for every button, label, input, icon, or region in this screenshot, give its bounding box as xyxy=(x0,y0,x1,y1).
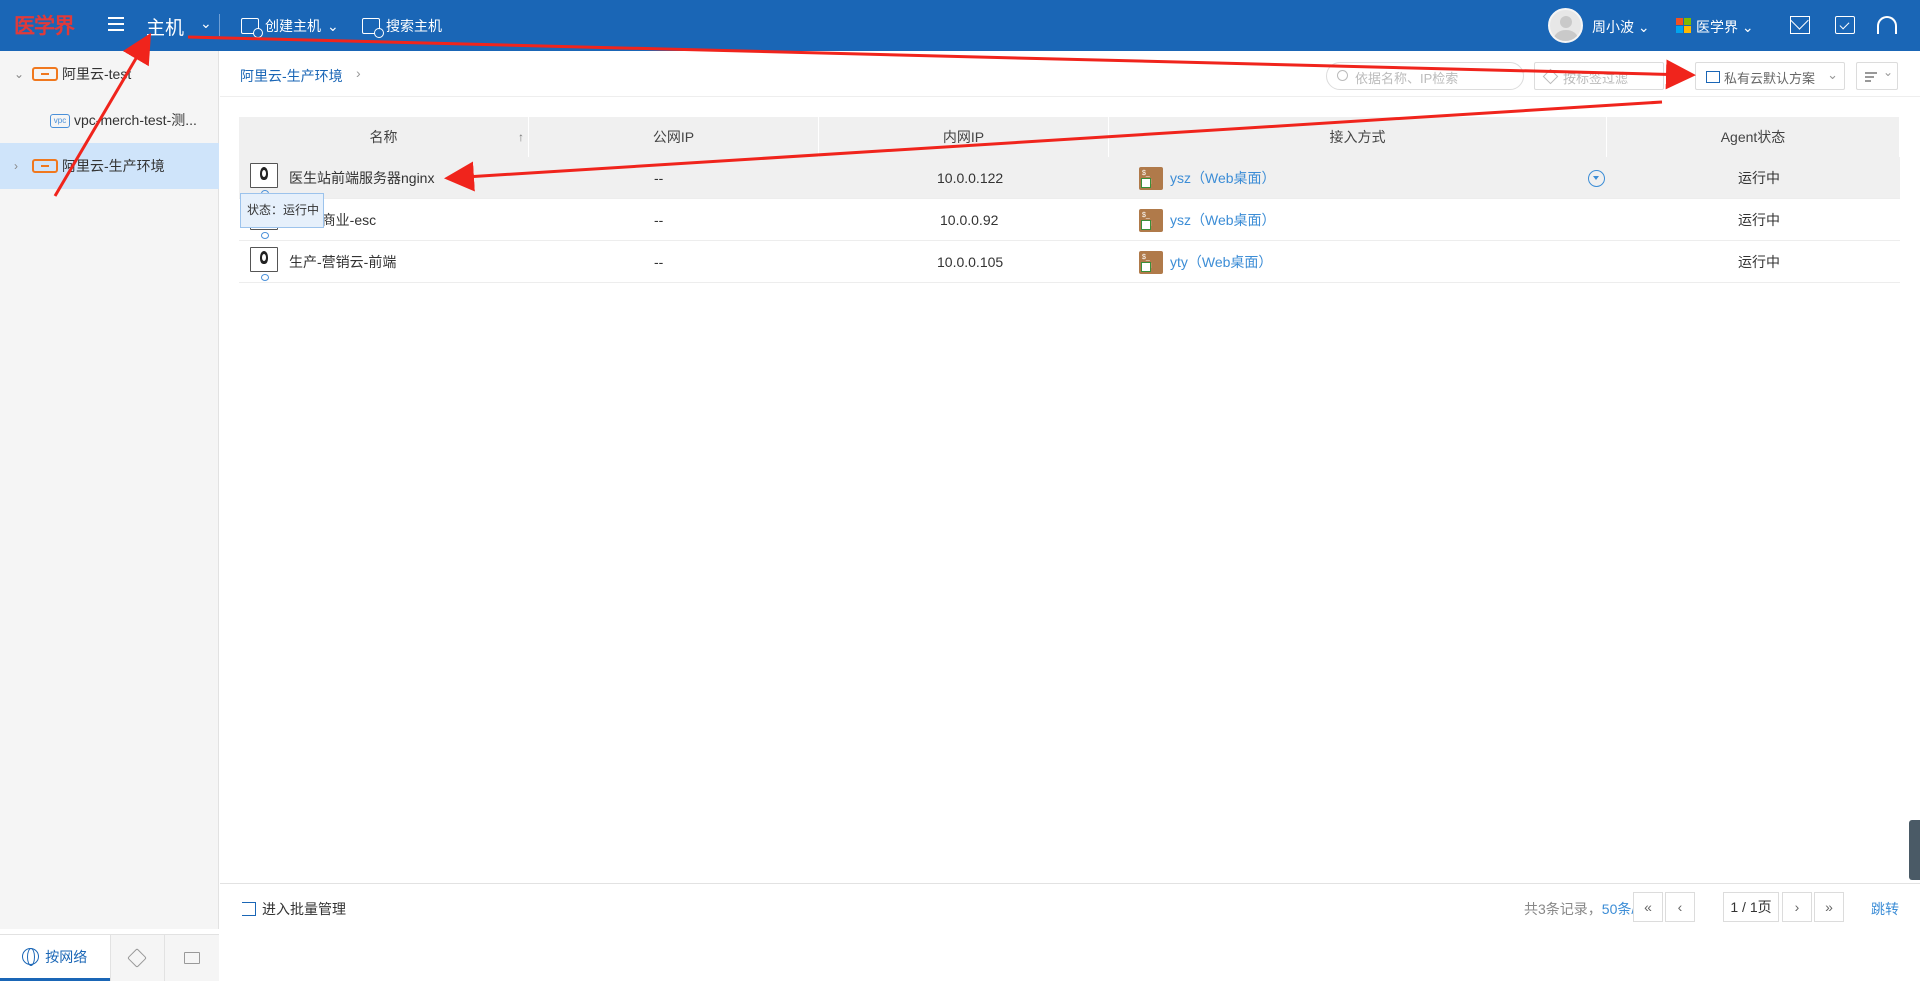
record-count: 共3条记录， xyxy=(1524,901,1602,917)
sort-button[interactable]: ⌄ xyxy=(1856,62,1898,90)
ssh-icon: $_ SH xyxy=(1139,167,1163,190)
vpc-icon: vpc xyxy=(50,114,70,128)
hamburger-menu-icon[interactable] xyxy=(108,17,124,31)
tag-icon xyxy=(127,948,148,968)
first-page-button[interactable]: « xyxy=(1633,892,1663,922)
create-host-button[interactable]: 创建主机 ⌄ xyxy=(241,16,339,38)
ssh-icon: $_ SH xyxy=(1139,209,1163,232)
private-ip: 10.0.0.122 xyxy=(937,170,1004,186)
user-name: 周小波 xyxy=(1592,19,1634,35)
agent-status: 运行中 xyxy=(1738,212,1780,228)
org-name: 医学界 xyxy=(1696,19,1738,35)
private-ip: 10.0.0.105 xyxy=(937,254,1004,270)
public-ip: -- xyxy=(654,170,664,186)
support-headset-icon[interactable] xyxy=(1877,16,1897,34)
sidebar: ⌄ 阿里云-test vpc vpc-merch-test-测... › 阿里云… xyxy=(0,51,219,981)
chevron-down-icon: ⌄ xyxy=(1827,67,1838,82)
tree-item-vpc[interactable]: vpc vpc-merch-test-测... xyxy=(0,97,219,143)
org-logo-icon xyxy=(1676,18,1691,33)
chevron-down-icon[interactable]: ⌄ xyxy=(200,15,212,32)
chevron-right-icon[interactable]: › xyxy=(14,159,18,173)
page-indicator[interactable]: 1 / 1页 xyxy=(1723,892,1779,922)
private-ip: 10.0.0.92 xyxy=(940,212,999,228)
linux-icon xyxy=(250,163,278,197)
column-header-public-ip[interactable]: 公网IP xyxy=(529,117,819,157)
create-host-label: 创建主机 xyxy=(265,18,321,34)
prev-page-button[interactable]: ‹ xyxy=(1665,892,1695,922)
table-header: 名称 ↑ 公网IP 内网IP 接入方式 Agent状态 xyxy=(239,117,1900,157)
column-header-access[interactable]: 接入方式 xyxy=(1109,117,1607,157)
column-header-agent[interactable]: Agent状态 xyxy=(1607,117,1900,157)
side-widget-handle[interactable] xyxy=(1909,820,1920,880)
tree-label: 阿里云-test xyxy=(62,66,132,82)
main-content: 阿里云-生产环境 › 依据名称、IP检索 按标签过滤 私有云默认方案 ⌄ ⌄ 名… xyxy=(220,51,1920,929)
footer: 进入批量管理 共3条记录，50条/页 « ‹ 1 / 1页 › » 跳转 xyxy=(220,883,1920,929)
chevron-right-icon: › xyxy=(356,65,361,81)
create-host-icon xyxy=(241,18,263,38)
table-row[interactable]: 前端-商业-esc -- 10.0.0.92 $_ SH ysz（Web桌面） 运… xyxy=(239,199,1900,241)
folder-icon xyxy=(184,952,201,964)
scheme-value: 私有云默认方案 xyxy=(1724,71,1816,86)
tab-label: 按网络 xyxy=(45,948,88,965)
table-row[interactable]: 生产-营销云-前端 -- 10.0.0.105 $_ SH yty（Web桌面） … xyxy=(239,241,1900,283)
tree-item-aliyun-prod[interactable]: › 阿里云-生产环境 xyxy=(0,143,219,189)
public-ip: -- xyxy=(654,254,664,270)
tag-filter-input[interactable]: 按标签过滤 xyxy=(1534,62,1664,90)
divider xyxy=(219,14,220,36)
sidebar-tabs: 按网络 xyxy=(0,934,219,981)
column-header-name[interactable]: 名称 ↑ xyxy=(239,117,529,157)
last-page-button[interactable]: » xyxy=(1814,892,1844,922)
module-title[interactable]: 主机 xyxy=(146,13,184,40)
agent-status: 运行中 xyxy=(1738,170,1780,186)
chevron-down-icon: ⌄ xyxy=(1883,65,1894,79)
access-link[interactable]: ysz（Web桌面） xyxy=(1170,199,1276,241)
org-menu[interactable]: 医学界 ⌄ xyxy=(1696,17,1754,37)
search-host-label: 搜索主机 xyxy=(386,18,442,34)
public-ip: -- xyxy=(654,212,664,228)
search-host-icon xyxy=(362,18,384,38)
brand-logo[interactable]: 医学界 xyxy=(14,10,75,40)
tree-label: vpc-merch-test-测... xyxy=(74,112,197,128)
globe-icon xyxy=(22,948,40,966)
table-row[interactable]: 医生站前端服务器nginx -- 10.0.0.122 $_ SH ysz（Web… xyxy=(239,157,1900,199)
task-icon[interactable] xyxy=(1835,16,1855,34)
batch-manage-button[interactable]: 进入批量管理 xyxy=(242,899,346,919)
next-page-button[interactable]: › xyxy=(1782,892,1812,922)
tree-item-aliyun-test[interactable]: ⌄ 阿里云-test xyxy=(0,51,219,97)
jump-button[interactable]: 跳转 xyxy=(1871,899,1899,919)
access-link[interactable]: yty（Web桌面） xyxy=(1170,241,1272,283)
sort-ascending-icon[interactable]: ↑ xyxy=(518,117,524,157)
enter-icon xyxy=(242,902,256,916)
aliyun-icon xyxy=(32,67,58,81)
toolbar: 阿里云-生产环境 › 依据名称、IP检索 按标签过滤 私有云默认方案 ⌄ ⌄ xyxy=(220,51,1920,97)
aliyun-icon xyxy=(32,159,58,173)
access-dropdown-icon[interactable] xyxy=(1588,170,1605,187)
batch-label: 进入批量管理 xyxy=(262,901,346,917)
host-name[interactable]: 生产-营销云-前端 xyxy=(289,241,396,283)
tag-filter-placeholder: 按标签过滤 xyxy=(1563,71,1629,86)
status-tooltip: 状态：运行中 xyxy=(240,193,324,228)
top-bar: 医学界 主机 ⌄ 创建主机 ⌄ 搜索主机 周小波 ⌄ 医学界 ⌄ xyxy=(0,0,1920,51)
scheme-select[interactable]: 私有云默认方案 ⌄ xyxy=(1695,62,1845,90)
linux-icon xyxy=(250,247,278,281)
column-header-private-ip[interactable]: 内网IP xyxy=(819,117,1109,157)
chevron-down-icon: ⌄ xyxy=(327,17,339,34)
tab-by-folder[interactable] xyxy=(164,935,219,981)
search-input[interactable]: 依据名称、IP检索 xyxy=(1326,62,1524,90)
mail-icon[interactable] xyxy=(1790,16,1810,34)
tree-label: 阿里云-生产环境 xyxy=(62,158,165,174)
ssh-icon: $_ SH xyxy=(1139,251,1163,274)
breadcrumb[interactable]: 阿里云-生产环境 xyxy=(240,66,343,86)
search-placeholder: 依据名称、IP检索 xyxy=(1355,71,1459,86)
tab-by-tag[interactable] xyxy=(109,935,165,981)
access-link[interactable]: ysz（Web桌面） xyxy=(1170,157,1276,199)
tab-by-network[interactable]: 按网络 xyxy=(0,935,110,981)
search-host-button[interactable]: 搜索主机 xyxy=(362,16,442,38)
user-menu[interactable]: 周小波 ⌄ xyxy=(1592,17,1650,37)
chevron-down-icon[interactable]: ⌄ xyxy=(14,67,24,81)
pager-info: 共3条记录，50条/页 xyxy=(1524,899,1649,919)
avatar[interactable] xyxy=(1548,8,1583,43)
agent-status: 运行中 xyxy=(1738,254,1780,270)
